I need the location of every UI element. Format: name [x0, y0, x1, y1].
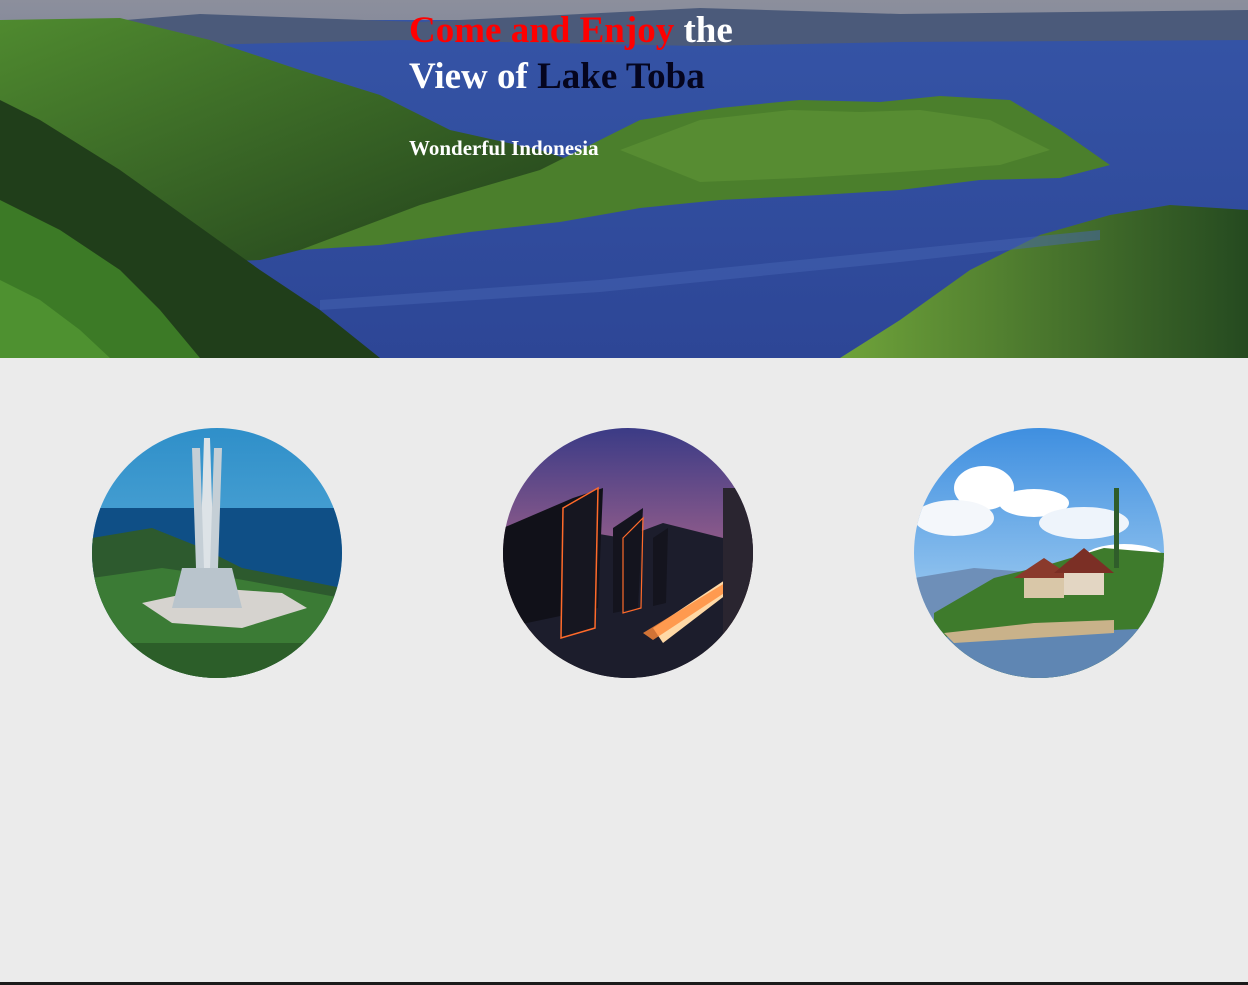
headline-text-lake-toba: Lake Toba — [537, 56, 705, 97]
hero-text-block: Come and Enjoy the View of Lake Toba Wond… — [409, 8, 969, 161]
destination-gallery — [0, 358, 1248, 985]
tower-monument-image — [92, 428, 342, 678]
headline-text-view-of: View of — [409, 56, 538, 97]
gallery-item-lakeside-village[interactable] — [914, 428, 1164, 678]
headline-text-the: the — [674, 10, 733, 51]
night-street-image — [503, 428, 753, 678]
hero-tagline: Wonderful Indonesia — [409, 136, 599, 160]
headline-accent-text: Come and Enjoy — [409, 10, 675, 51]
gallery-item-tower-monument[interactable] — [92, 428, 342, 678]
hero-headline: Come and Enjoy the View of Lake Toba — [409, 8, 969, 100]
hero-banner: Come and Enjoy the View of Lake Toba Wond… — [0, 0, 1248, 358]
lakeside-village-image — [914, 428, 1164, 678]
gallery-item-night-street[interactable] — [503, 428, 753, 678]
